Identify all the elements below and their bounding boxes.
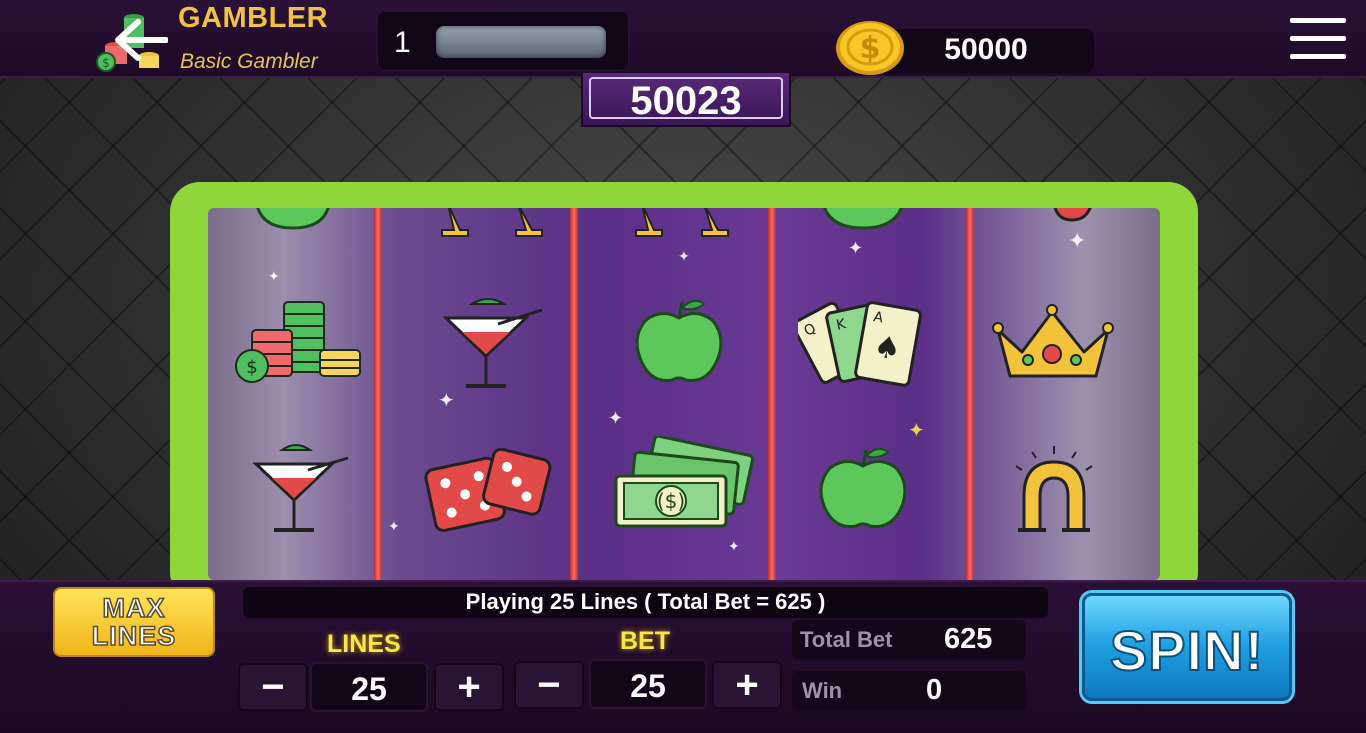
max-lines-label: MAX — [102, 593, 166, 623]
coin-balance: 50000 — [944, 33, 1028, 66]
sparkle-icon: ✦ — [268, 268, 280, 284]
spin-button[interactable]: SPIN! — [1082, 593, 1292, 701]
player-rank: Basic Gambler — [180, 50, 318, 73]
dice-symbol — [424, 447, 552, 532]
top-bar: $ GAMBLER Basic Gambler 1 50000 $ — [0, 0, 1366, 78]
max-lines-button[interactable]: MAX LINES — [53, 587, 215, 657]
crown-symbol — [992, 304, 1114, 378]
lines-increase-button[interactable]: + — [434, 663, 504, 711]
sparkle-icon: ✦ — [388, 518, 400, 534]
reel-window: ✦ ✦ ✦ ✦ ✦ ✦ ✦ ✦ ✦ $ ($) Q K A ♠ — [208, 208, 1160, 580]
sparkle-icon: ✦ — [848, 238, 864, 258]
sparkle-icon: ✦ — [1068, 228, 1087, 253]
sparkle-icon: ✦ — [908, 420, 925, 442]
bet-info-text: Playing 25 Lines ( Total Bet = 625 ) — [465, 589, 826, 614]
bet-value: 25 — [630, 668, 666, 704]
cherry-symbol — [1053, 208, 1092, 222]
apple-symbol — [819, 447, 907, 529]
max-lines-label: LINES — [91, 621, 177, 651]
apple-symbol — [256, 208, 330, 230]
win-panel: Win 0 — [792, 671, 1026, 711]
back-arrow-icon[interactable] — [112, 18, 168, 62]
bet-info-bar: Playing 25 Lines ( Total Bet = 625 ) — [243, 587, 1048, 618]
bet-value-display: 25 — [589, 659, 707, 709]
hamburger-menu-icon[interactable] — [1290, 18, 1346, 60]
win-label: Win — [802, 678, 843, 703]
win-value: 0 — [926, 674, 943, 706]
player-name: GAMBLER — [178, 2, 329, 34]
reel-divider — [768, 208, 776, 580]
lines-label: LINES — [327, 630, 401, 658]
bet-increase-button[interactable]: + — [712, 661, 782, 709]
sparkle-icon: ✦ — [728, 538, 740, 554]
cash-symbol: ($) — [614, 436, 754, 528]
jackpot-value: 50023 — [630, 79, 742, 123]
coin-balance-panel: 50000 — [878, 29, 1094, 73]
svg-text:$: $ — [860, 31, 881, 66]
apple-symbol — [823, 208, 903, 230]
horseshoe-symbol — [1015, 446, 1093, 532]
plus-icon: + — [457, 665, 481, 709]
bet-label: BET — [620, 627, 670, 655]
lines-value-display: 25 — [310, 662, 428, 712]
slot-game-screen: $ GAMBLER Basic Gambler 1 50000 $ 50023 … — [0, 0, 1366, 733]
sparkle-icon: ✦ — [608, 408, 624, 428]
coin-stacks-symbol: $ — [235, 301, 361, 383]
sparkle-icon: ✦ — [678, 248, 690, 264]
spin-label: SPIN! — [1109, 618, 1265, 683]
minus-icon: − — [537, 663, 561, 707]
svg-text:$: $ — [246, 357, 257, 378]
apple-symbol — [635, 299, 723, 383]
trophy-symbol — [635, 208, 729, 237]
xp-progress-bar — [436, 26, 606, 58]
level-panel: 1 — [377, 11, 629, 71]
plus-icon: + — [735, 663, 759, 707]
total-bet-value: 625 — [944, 623, 993, 655]
total-bet-label: Total Bet — [800, 627, 893, 652]
lines-value: 25 — [351, 671, 387, 707]
reel-divider — [570, 208, 578, 580]
bet-decrease-button[interactable]: − — [514, 661, 584, 709]
gold-coin-icon: $ — [836, 21, 904, 75]
reel-divider — [966, 208, 974, 580]
minus-icon: − — [261, 665, 285, 709]
reel-divider — [374, 208, 382, 580]
trophy-symbol — [441, 208, 543, 237]
level-number: 1 — [394, 26, 411, 59]
cocktail-symbol — [252, 444, 349, 532]
playing-cards-symbol: Q K A♠ — [798, 301, 922, 387]
cocktail-symbol — [442, 298, 543, 388]
total-bet-panel: Total Bet 625 — [792, 620, 1026, 660]
svg-text:($): ($) — [657, 489, 685, 513]
jackpot-panel: 50023 — [581, 71, 791, 127]
lines-decrease-button[interactable]: − — [238, 663, 308, 711]
svg-text:$: $ — [102, 56, 110, 70]
